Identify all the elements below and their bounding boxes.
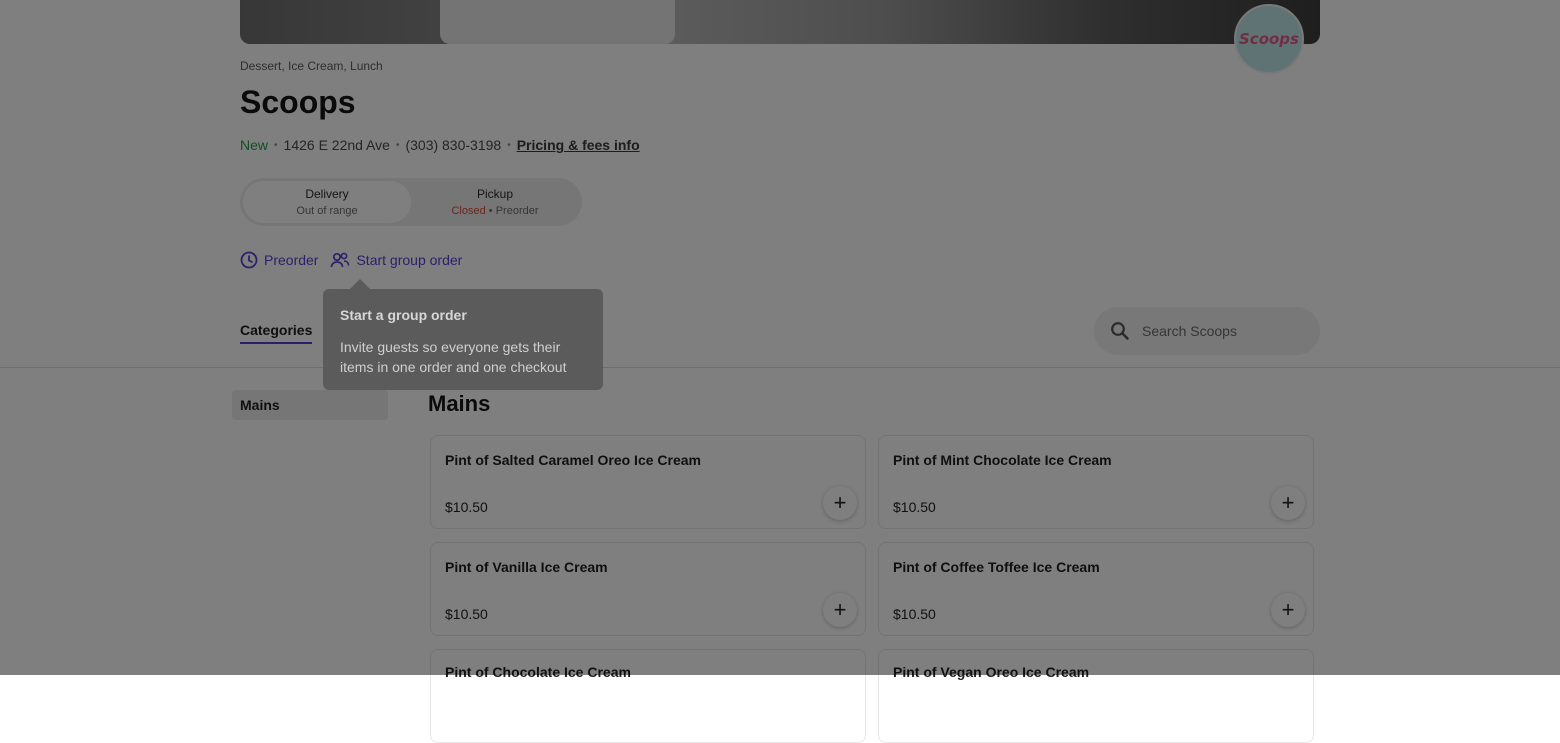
tooltip-body: Invite guests so everyone gets their ite… xyxy=(340,339,567,375)
tooltip-title: Start a group order xyxy=(340,307,467,323)
modal-overlay[interactable] xyxy=(0,0,1560,675)
group-order-tooltip: Start a group order Invite guests so eve… xyxy=(323,279,603,390)
